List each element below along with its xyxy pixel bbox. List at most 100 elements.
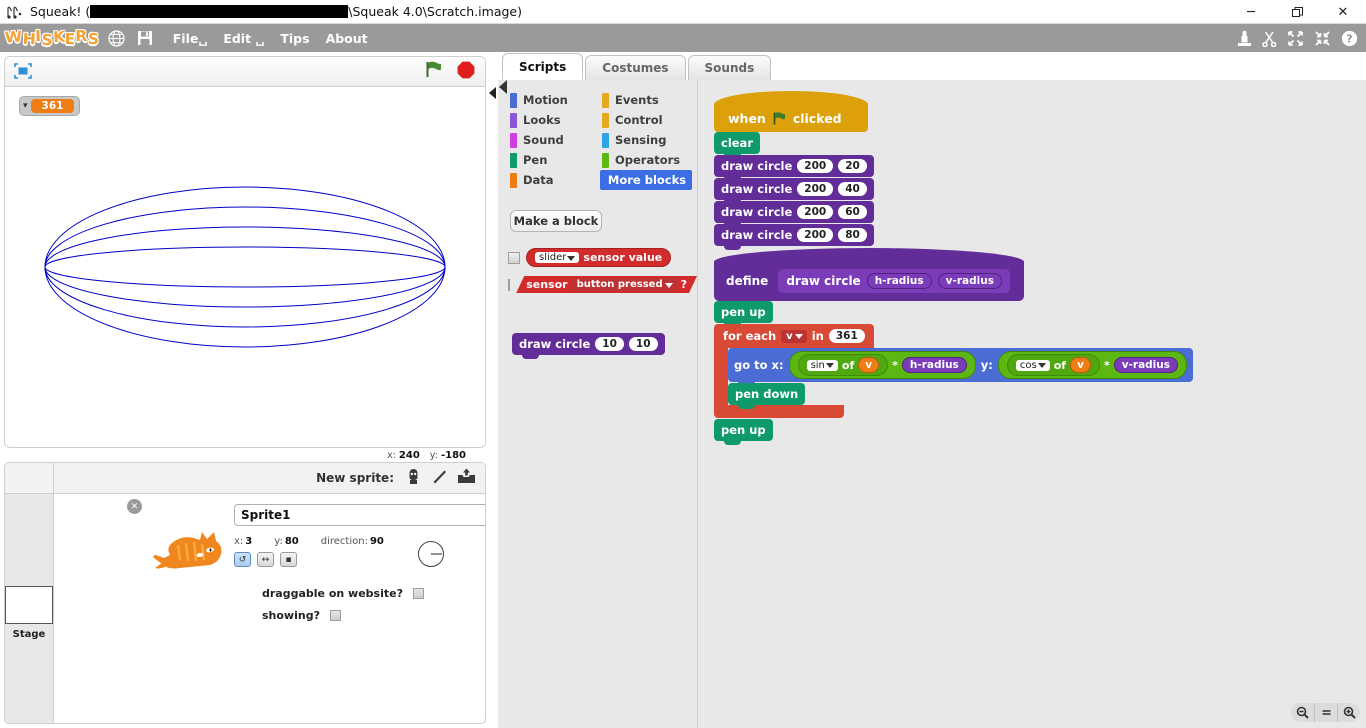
draggable-row: draggable on website? (262, 587, 485, 600)
presentation-mode-icon[interactable] (13, 62, 35, 82)
close-button[interactable]: ✕ (1320, 0, 1366, 24)
param-v-radius[interactable]: v-radius (937, 273, 1002, 289)
sensor-button-pressed-block[interactable]: sensor button pressed ? (516, 276, 697, 293)
category-control[interactable]: Control (600, 110, 692, 130)
draw-circle-arg2-3[interactable]: 60 (838, 205, 867, 219)
minimize-button[interactable]: ─ (1228, 0, 1274, 24)
stamp-icon[interactable] (1237, 30, 1252, 47)
direction-dial[interactable] (417, 540, 444, 567)
scissors-icon[interactable] (1262, 30, 1277, 47)
sensor-pressed-watcher-checkbox[interactable] (508, 278, 511, 291)
y-variable-v[interactable]: v (1070, 357, 1091, 373)
menu-file[interactable]: File␣ (166, 29, 215, 48)
y-operand-v-radius[interactable]: v-radius (1113, 357, 1179, 373)
menu-about[interactable]: About (319, 29, 375, 48)
for-each-footer[interactable] (714, 405, 844, 418)
green-flag-icon[interactable] (424, 60, 443, 83)
cat-sprite-thumbnail[interactable] (150, 528, 228, 578)
restore-button[interactable] (1274, 0, 1320, 24)
button-pressed-dropdown[interactable]: button pressed (572, 278, 677, 291)
slider-sensor-watcher-checkbox[interactable] (508, 251, 520, 264)
zoom-reset-icon[interactable] (1314, 703, 1337, 722)
tab-costumes[interactable]: Costumes (585, 55, 686, 80)
draw-circle-block-1[interactable]: draw circle 200 20 (714, 155, 874, 181)
for-each-variable-dropdown[interactable]: v (781, 329, 807, 343)
define-draw-circle-block[interactable]: define draw circle h-radius v-radius (714, 248, 1024, 301)
category-operators[interactable]: Operators (600, 150, 692, 170)
stop-sign-icon[interactable] (457, 61, 475, 83)
palette-draw-circle-arg2[interactable]: 10 (628, 337, 658, 351)
clear-block[interactable]: clear (714, 132, 760, 158)
sprite-x-value: 3 (245, 536, 253, 547)
draw-circle-arg1-2[interactable]: 200 (797, 182, 834, 196)
multiply-x-block[interactable]: sin of v * h-radius (788, 351, 976, 379)
paint-new-sprite-icon[interactable] (405, 468, 422, 489)
palette-draw-circle-arg1[interactable]: 10 (595, 337, 624, 351)
go-to-xy-block[interactable]: go to x: sin of v * h-radius y: cos of v… (728, 348, 1194, 386)
category-looks[interactable]: Looks (508, 110, 596, 130)
category-motion[interactable]: Motion (508, 90, 596, 110)
cos-function-dropdown[interactable]: cos (1015, 359, 1050, 371)
showing-checkbox[interactable] (329, 610, 341, 621)
draw-circle-block-2[interactable]: draw circle 200 40 (714, 178, 874, 204)
for-each-block: for each v in 361 go to x: sin of v * h-… (714, 324, 1194, 418)
x-variable-v[interactable]: v (858, 357, 880, 373)
draw-circle-arg2-4[interactable]: 80 (838, 228, 867, 242)
draw-circle-arg1-4[interactable]: 200 (797, 228, 834, 242)
tab-scripts[interactable]: Scripts (502, 53, 584, 80)
stage-canvas[interactable]: ▾ 361 (5, 87, 485, 447)
grow-icon[interactable] (1287, 30, 1304, 47)
cos-of-v-block[interactable]: cos of v (1006, 354, 1100, 376)
do-not-rotate-button[interactable]: ▪ (280, 552, 297, 567)
menu-tips[interactable]: Tips (273, 29, 316, 48)
for-each-header[interactable]: for each v in 361 (714, 324, 874, 348)
category-more-blocks[interactable]: More blocks (600, 170, 692, 190)
x-operand-h-radius[interactable]: h-radius (901, 357, 967, 373)
slider-sensor-value-block[interactable]: slider sensor value (526, 248, 672, 267)
sin-function-dropdown[interactable]: sin (806, 359, 838, 371)
category-control-label: Control (615, 113, 663, 127)
category-sensing[interactable]: Sensing (600, 130, 692, 150)
rotate-all-around-button[interactable]: ↺ (234, 552, 251, 567)
collapse-pane-arrow[interactable] (489, 87, 496, 99)
draw-circle-arg1-1[interactable]: 200 (797, 159, 834, 173)
floppy-disk-icon[interactable] (133, 26, 157, 50)
pen-down-block[interactable]: pen down (728, 383, 806, 409)
stage-thumbnail-item[interactable]: Stage (5, 586, 53, 640)
draw-circle-arg1-3[interactable]: 200 (797, 205, 834, 219)
category-pen[interactable]: Pen (508, 150, 596, 170)
pen-up-block-end[interactable]: pen up (714, 419, 773, 445)
category-sound[interactable]: Sound (508, 130, 596, 150)
shrink-icon[interactable] (1314, 30, 1331, 47)
for-each-count[interactable]: 361 (828, 329, 865, 343)
globe-icon[interactable] (105, 26, 129, 50)
help-icon[interactable]: ? (1341, 30, 1358, 47)
slider-dropdown[interactable]: slider (535, 252, 580, 263)
palette-scroll-arrow[interactable] (499, 80, 507, 94)
draw-circle-block-3[interactable]: draw circle 200 60 (714, 201, 874, 227)
draw-circle-block-4[interactable]: draw circle 200 80 (714, 224, 874, 250)
draw-circle-arg2-1[interactable]: 20 (838, 159, 867, 173)
tab-sounds[interactable]: Sounds (687, 55, 772, 80)
sprite-name-input[interactable] (234, 504, 485, 526)
sin-of-v-block[interactable]: sin of v (797, 354, 889, 376)
scripts-canvas[interactable]: when clicked clear draw circle 200 20 dr… (698, 80, 1366, 728)
upload-sprite-from-file-icon[interactable] (457, 468, 476, 489)
zoom-out-icon[interactable] (1291, 703, 1314, 722)
multiply-y-block[interactable]: cos of v * v-radius (997, 351, 1188, 379)
delete-sprite-badge[interactable]: ✕ (127, 499, 142, 514)
make-a-block-button[interactable]: Make a block (510, 210, 602, 232)
rotate-left-right-button[interactable]: ↔ (257, 552, 274, 567)
zoom-in-icon[interactable] (1337, 703, 1360, 722)
menu-edit[interactable]: Edit ␣ (216, 29, 271, 48)
param-h-radius[interactable]: h-radius (866, 273, 932, 289)
draggable-checkbox[interactable] (412, 588, 424, 599)
palette-draw-circle-block[interactable]: draw circle 10 10 (512, 333, 665, 359)
category-events[interactable]: Events (600, 90, 692, 110)
when-green-flag-clicked-block[interactable]: when clicked (714, 91, 868, 136)
sprite-detail: ✕ Sprite1 x: 3 y: 80 direction: 90 ↺ ↔ ▪… (54, 494, 485, 622)
choose-sprite-from-library-icon[interactable] (431, 468, 448, 489)
pen-up-block-top[interactable]: pen up (714, 301, 773, 327)
category-data[interactable]: Data (508, 170, 596, 190)
draw-circle-arg2-2[interactable]: 40 (838, 182, 867, 196)
